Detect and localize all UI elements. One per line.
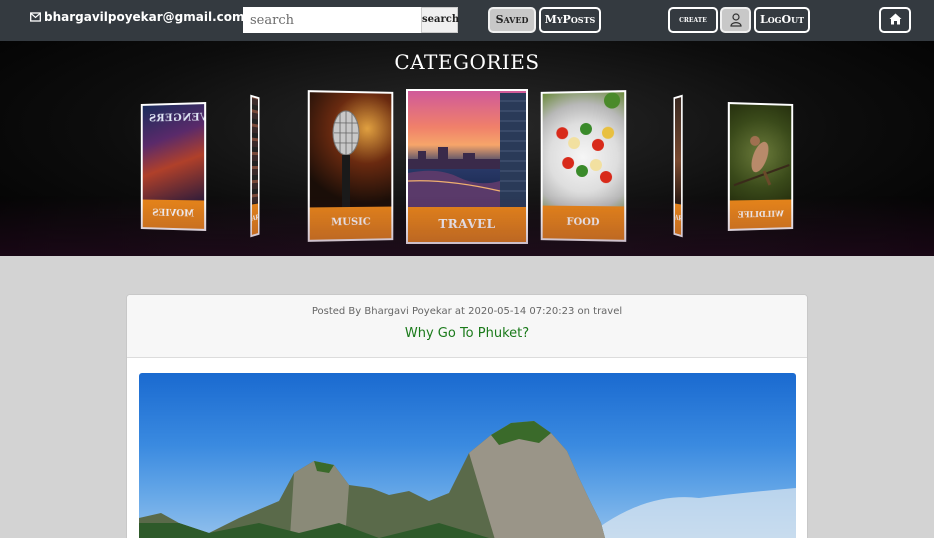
- category-label-travel: TRAVEL: [408, 207, 526, 242]
- category-card-movies[interactable]: AVENGERS MOVIES: [141, 102, 206, 231]
- search-button[interactable]: search: [421, 7, 458, 33]
- phuket-rocks-image: [139, 373, 796, 538]
- city-skyline-image: [408, 91, 526, 211]
- category-card-travel[interactable]: TRAVEL: [406, 89, 528, 244]
- myposts-button[interactable]: MyPosts: [539, 7, 601, 33]
- wildlife-image: [730, 104, 791, 202]
- travel-image: [408, 91, 526, 211]
- movies-poster-text: AVENGERS: [149, 112, 207, 125]
- logout-button[interactable]: LogOut: [754, 7, 810, 33]
- art-image: [252, 97, 258, 203]
- music-image: [310, 92, 392, 211]
- post-image: [139, 373, 796, 538]
- envelope-icon: [30, 12, 41, 22]
- categories-carousel: CATEGORIES AVENGERS MOVIES ART MUSIC TRA…: [0, 41, 934, 256]
- art-image-right: [675, 97, 681, 203]
- category-card-music[interactable]: MUSIC: [308, 90, 394, 242]
- user-email: bhargavilpoyekar@gmail.com: [30, 10, 245, 24]
- saved-button[interactable]: Saved: [488, 7, 536, 33]
- post-title[interactable]: Why Go To Phuket?: [127, 326, 807, 341]
- food-image: [543, 92, 625, 210]
- microphone-image: [310, 92, 392, 211]
- top-navbar: bhargavilpoyekar@gmail.com search Saved …: [0, 0, 934, 41]
- profile-button[interactable]: [720, 7, 751, 33]
- search-input[interactable]: [243, 7, 421, 33]
- home-icon: [889, 13, 902, 25]
- user-icon: [730, 13, 742, 27]
- email-text: bhargavilpoyekar@gmail.com: [44, 10, 245, 24]
- movies-image: AVENGERS: [143, 104, 204, 202]
- category-label-movies: MOVIES: [143, 200, 204, 229]
- post-header: Posted By Bhargavi Poyekar at 2020-05-14…: [127, 295, 807, 358]
- category-card-art-right[interactable]: ART: [673, 95, 682, 238]
- category-card-wildlife[interactable]: WILDLIFE: [728, 102, 793, 231]
- home-button[interactable]: [879, 7, 911, 33]
- post-meta: Posted By Bhargavi Poyekar at 2020-05-14…: [127, 306, 807, 317]
- category-card-food[interactable]: FOOD: [541, 90, 627, 242]
- post-card: Posted By Bhargavi Poyekar at 2020-05-14…: [126, 294, 808, 538]
- category-label-music: MUSIC: [310, 207, 392, 240]
- category-card-art-left[interactable]: ART: [250, 95, 259, 238]
- categories-title: CATEGORIES: [0, 50, 934, 74]
- category-label-art-right: ART: [675, 204, 681, 235]
- category-label-art-left: ART: [252, 204, 258, 235]
- category-label-wildlife: WILDLIFE: [730, 200, 791, 229]
- category-label-food: FOOD: [543, 206, 625, 240]
- create-button[interactable]: create: [668, 7, 718, 33]
- bird-image: [730, 104, 791, 202]
- skewers-image: [543, 92, 625, 210]
